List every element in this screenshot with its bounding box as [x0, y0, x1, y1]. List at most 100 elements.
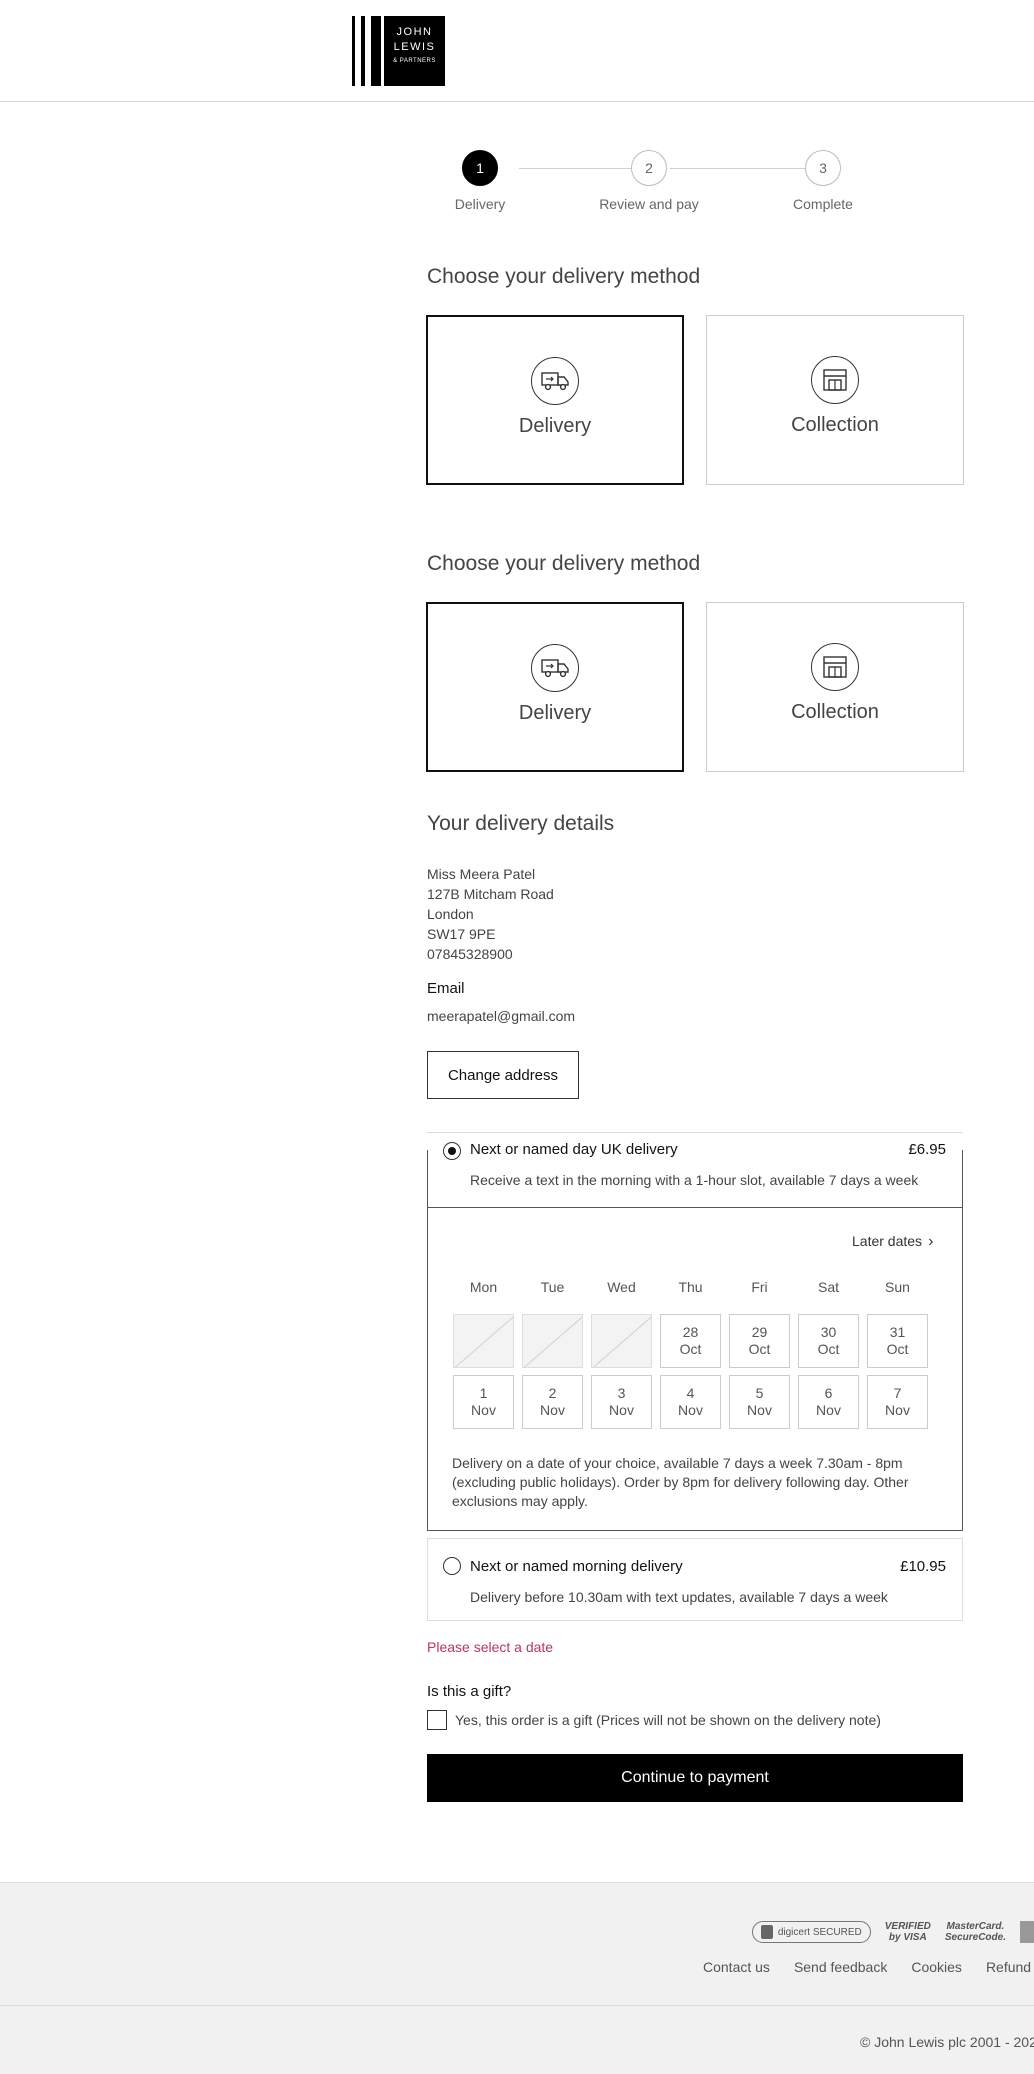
digicert-text: digicert SECURED: [777, 1926, 862, 1938]
weekday-label: Wed: [607, 1279, 636, 1295]
site-footer: digicert SECURED VERIFIED by VISA Master…: [0, 1882, 1034, 2074]
delivery-method-label: Delivery: [518, 415, 592, 437]
checkout-progress: 1 Delivery 2 Review and pay 3 Complete: [427, 150, 963, 220]
delivery-method-option[interactable]: Delivery: [426, 602, 684, 772]
weekday-label: Thu: [678, 1279, 703, 1295]
calendar-day[interactable]: 30 Oct: [798, 1314, 859, 1368]
site-header: JOHN LEWIS & PARTNERS: [0, 0, 1034, 102]
step-number: 3: [805, 150, 841, 186]
delivery-method-option[interactable]: Delivery: [426, 315, 684, 485]
john-lewis-logo[interactable]: JOHN LEWIS & PARTNERS: [352, 16, 463, 86]
weekday-label: Tue: [540, 1279, 565, 1295]
address-phone: 07845328900: [427, 946, 513, 962]
gift-checkbox-label[interactable]: Yes, this order is a gift (Prices will n…: [455, 1712, 881, 1728]
calendar-day-number: 7: [893, 1385, 902, 1401]
calendar-day[interactable]: 2 Nov: [522, 1375, 583, 1429]
later-dates-link[interactable]: Later dates ›: [852, 1233, 933, 1251]
morning-delivery-description: Delivery before 10.30am with text update…: [470, 1589, 888, 1605]
calendar-day-month: Oct: [748, 1341, 771, 1357]
visa-line-2: by VISA: [888, 1932, 927, 1943]
email-value: meerapatel@gmail.com: [427, 1008, 576, 1024]
calendar-day[interactable]: 3 Nov: [591, 1375, 652, 1429]
calendar-day-number: 5: [755, 1385, 764, 1401]
named-day-description: Receive a text in the morning with a 1-h…: [470, 1172, 919, 1188]
calendar-day-month: Nov: [885, 1402, 910, 1418]
address-city: London: [427, 906, 474, 922]
address-street: 127B Mitcham Road: [427, 886, 554, 902]
weekday-label: Fri: [751, 1279, 768, 1295]
payment-security-badges: digicert SECURED VERIFIED by VISA Master…: [738, 1917, 1034, 1947]
calendar-day-unavailable: [453, 1314, 514, 1368]
store-icon: [811, 356, 859, 404]
send-feedback-link[interactable]: Send feedback: [794, 1959, 887, 1975]
collection-method-label: Collection: [791, 414, 879, 436]
calendar-day-month: Nov: [747, 1402, 772, 1418]
logo-line-3: & PARTNERS: [393, 58, 436, 64]
digicert-badge: digicert SECURED: [751, 1921, 871, 1943]
delivery-method-heading: Choose your delivery method: [427, 552, 701, 575]
morning-delivery-option[interactable]: Next or named morning delivery £10.95 De…: [427, 1538, 963, 1621]
calendar-day-unavailable: [522, 1314, 583, 1368]
calendar-day-number: 28: [682, 1324, 699, 1340]
amex-badge: [1020, 1921, 1034, 1943]
collection-method-option[interactable]: Collection: [706, 602, 964, 772]
calendar-day[interactable]: 5 Nov: [729, 1375, 790, 1429]
delivery-details-heading: Your delivery details: [427, 812, 615, 835]
calendar-day-month: Nov: [678, 1402, 703, 1418]
calendar-day-number: 1: [479, 1385, 488, 1401]
refund-policy-link[interactable]: Refund p: [986, 1959, 1034, 1975]
calendar-day[interactable]: 31 Oct: [867, 1314, 928, 1368]
logo-bar: [371, 16, 381, 86]
delivery-van-icon: [531, 357, 579, 405]
calendar-day-month: Oct: [886, 1341, 909, 1357]
email-heading: Email: [427, 980, 465, 997]
named-day-price: £6.95: [908, 1141, 946, 1158]
calendar-day-number: 2: [548, 1385, 557, 1401]
visa-line-1: VERIFIED: [884, 1921, 931, 1932]
calendar-day-number: 4: [686, 1385, 695, 1401]
named-day-radio[interactable]: [443, 1142, 461, 1160]
logo-line-1: JOHN: [396, 26, 433, 38]
morning-delivery-price: £10.95: [900, 1558, 946, 1575]
address-postcode: SW17 9PE: [427, 926, 496, 942]
step-review-and-pay: 2 Review and pay: [589, 150, 709, 212]
calendar-day-month: Oct: [679, 1341, 702, 1357]
logo-wordmark: JOHN LEWIS & PARTNERS: [384, 16, 445, 86]
delivery-method-heading: Choose your delivery method: [427, 265, 701, 288]
calendar-day-month: Nov: [816, 1402, 841, 1418]
lock-icon: [760, 1925, 773, 1939]
calendar-day[interactable]: 28 Oct: [660, 1314, 721, 1368]
section-divider: [427, 1132, 963, 1133]
cookies-link[interactable]: Cookies: [911, 1959, 962, 1975]
collection-method-option[interactable]: Collection: [706, 315, 964, 485]
calendar-day-month: Oct: [817, 1341, 840, 1357]
delivery-address: Miss Meera Patel 127B Mitcham Road Londo…: [427, 864, 554, 964]
step-label: Review and pay: [599, 196, 699, 212]
calendar-day[interactable]: 29 Oct: [729, 1314, 790, 1368]
weekday-label: Mon: [469, 1279, 498, 1295]
calendar-day[interactable]: 7 Nov: [867, 1375, 928, 1429]
step-label: Complete: [793, 196, 853, 212]
morning-delivery-radio[interactable]: [443, 1557, 461, 1575]
contact-us-link[interactable]: Contact us: [703, 1959, 770, 1975]
change-address-button[interactable]: Change address: [427, 1051, 579, 1099]
calendar-note: Delivery on a date of your choice, avail…: [452, 1455, 909, 1509]
calendar-day-number: 31: [889, 1324, 906, 1340]
calendar-day[interactable]: 4 Nov: [660, 1375, 721, 1429]
named-day-delivery-option[interactable]: Next or named day UK delivery £6.95 Rece…: [427, 1141, 963, 1208]
address-name: Miss Meera Patel: [427, 866, 536, 882]
continue-to-payment-button[interactable]: Continue to payment: [427, 1754, 963, 1802]
gift-checkbox[interactable]: [427, 1710, 447, 1730]
weekday-label: Sun: [885, 1279, 910, 1295]
named-day-title: Next or named day UK delivery: [470, 1141, 678, 1158]
copyright: © John Lewis plc 2001 - 202: [860, 2034, 1034, 2050]
footer-links: Contact us Send feedback Cookies Refund …: [703, 1959, 1034, 1975]
mastercard-securecode-badge: MasterCard. SecureCode.: [945, 1921, 1006, 1943]
delivery-van-icon: [531, 644, 579, 692]
calendar-day[interactable]: 1 Nov: [453, 1375, 514, 1429]
calendar-day-unavailable: [591, 1314, 652, 1368]
calendar-day[interactable]: 6 Nov: [798, 1375, 859, 1429]
logo-line-2: LEWIS: [393, 41, 436, 53]
mastercard-line-2: SecureCode.: [944, 1932, 1006, 1943]
weekday-label: Sat: [817, 1279, 839, 1295]
